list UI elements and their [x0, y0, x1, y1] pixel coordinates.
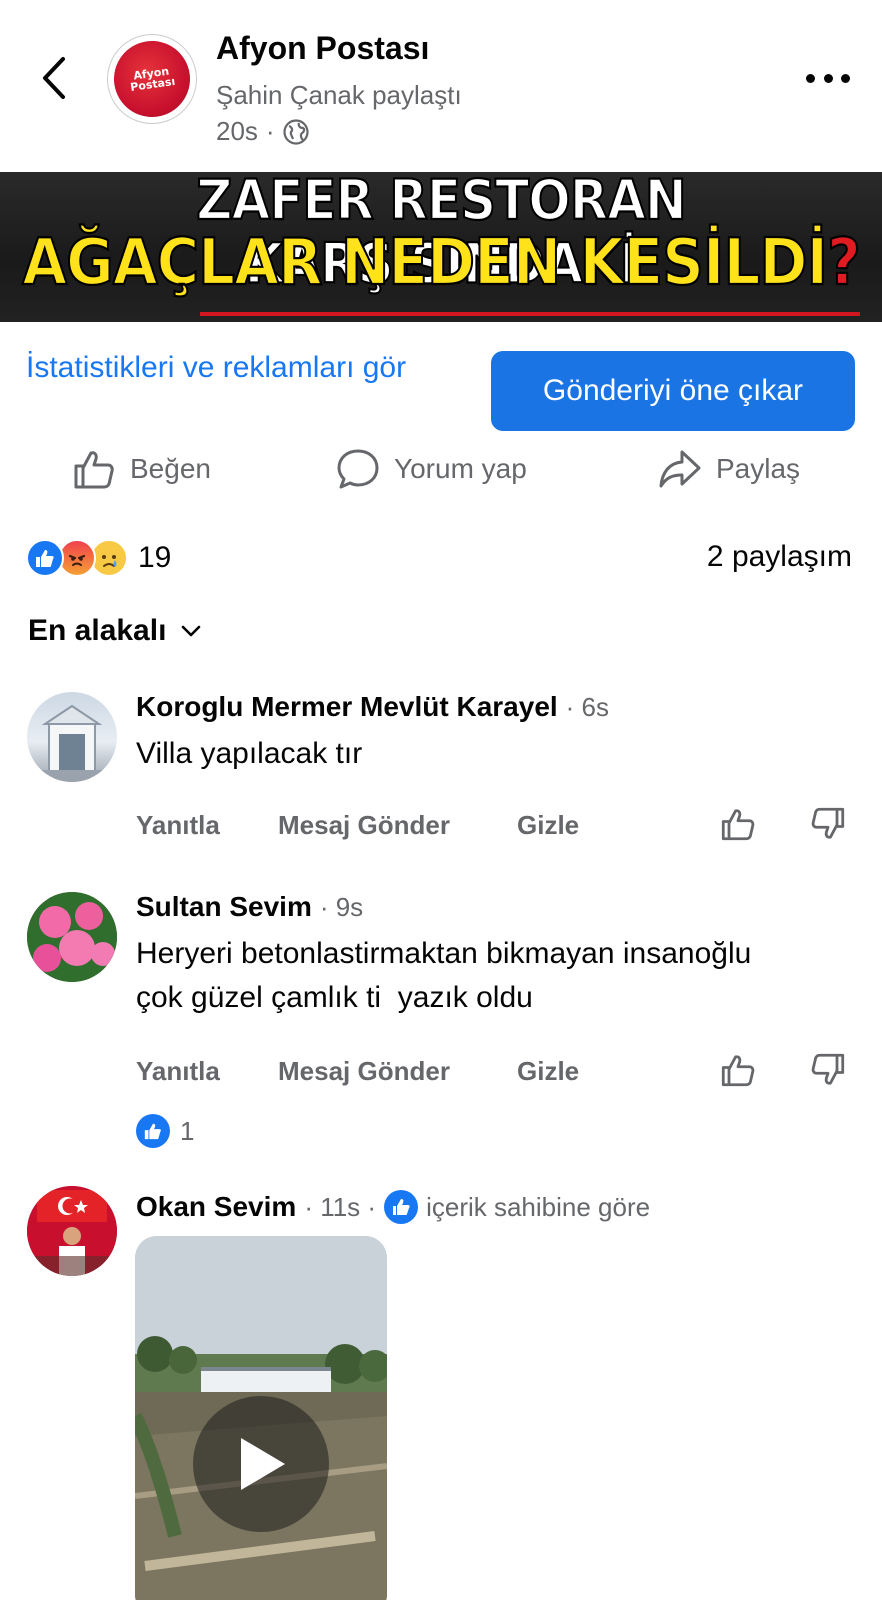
play-icon — [241, 1438, 285, 1490]
reaction-count: 19 — [138, 541, 172, 574]
comment-text-line: Heryeri betonlastirmaktan bikmayan insan… — [136, 937, 752, 970]
comment-header: Koroglu Mermer Mevlüt Karayel · 6s — [136, 691, 609, 723]
share-button[interactable]: Paylaş — [658, 440, 800, 498]
commenter-avatar[interactable] — [27, 692, 117, 782]
avatar-image — [27, 704, 117, 782]
more-options-button[interactable] — [806, 68, 850, 88]
shared-by-text[interactable]: Şahin Çanak paylaştı — [216, 80, 462, 111]
thumbs-up-icon — [74, 451, 114, 489]
comment-author[interactable]: Koroglu Mermer Mevlüt Karayel — [136, 691, 558, 723]
comment-time[interactable]: · 6s — [566, 692, 609, 723]
comment-video[interactable] — [135, 1236, 387, 1600]
post-action-bar: Beğen Yorum yap Paylaş — [0, 440, 882, 498]
commenter-avatar[interactable] — [27, 1186, 117, 1276]
share-arrow-icon — [659, 450, 701, 488]
hide-comment-button[interactable]: Gizle — [517, 1056, 579, 1087]
top-fan-badge: içerik sahibine göre — [384, 1190, 650, 1224]
dot-icon — [841, 73, 850, 83]
comment-header: Sultan Sevim · 9s — [136, 891, 363, 923]
comment-dislike-icon[interactable] — [810, 1052, 846, 1088]
meta-separator: · — [265, 116, 275, 146]
sort-label: En alakalı — [28, 614, 167, 647]
like-label: Beğen — [130, 453, 211, 484]
like-reaction-icon — [136, 1114, 170, 1148]
page-avatar[interactable]: Afyon Postası — [107, 34, 197, 124]
reply-button[interactable]: Yanıtla — [136, 1056, 220, 1087]
comment-dislike-icon[interactable] — [810, 806, 846, 842]
dot-icon — [823, 73, 833, 83]
chevron-left-icon — [43, 57, 65, 99]
comment-like-icon[interactable] — [720, 806, 756, 842]
page-logo: Afyon Postası — [109, 36, 195, 122]
dot-icon — [806, 73, 815, 83]
page-name[interactable]: Afyon Postası — [216, 30, 429, 67]
comment-author[interactable]: Sultan Sevim — [136, 891, 312, 923]
post-meta: 20s · — [216, 116, 309, 147]
globe-icon — [282, 118, 309, 145]
play-button[interactable] — [193, 1396, 329, 1532]
banner-headline-2-text: AĞAÇLAR NEDEN KESİLDİ — [21, 224, 829, 301]
back-button[interactable] — [36, 55, 72, 101]
comment-like-icon[interactable] — [720, 1052, 756, 1088]
send-message-button[interactable]: Mesaj Gönder — [278, 810, 450, 841]
comment-actions: Yanıtla Mesaj Gönder Gizle — [136, 1052, 856, 1092]
comment-like-count: 1 — [180, 1115, 195, 1146]
reply-button[interactable]: Yanıtla — [136, 810, 220, 841]
send-message-button[interactable]: Mesaj Gönder — [278, 1056, 450, 1087]
comment-text-line: çok güzel çamlık ti yazık oldu — [136, 981, 533, 1014]
badge-text: içerik sahibine göre — [426, 1191, 651, 1222]
comment-header: Okan Sevim · 11s · içerik sahibine göre — [136, 1190, 650, 1224]
like-button[interactable]: Beğen — [72, 440, 211, 498]
banner-question-mark: ? — [826, 224, 862, 301]
banner-headline-2: AĞAÇLAR NEDEN KESİLDİ? — [0, 224, 882, 301]
boost-post-button[interactable]: Gönderiyi öne çıkar — [491, 351, 855, 431]
avatar-image — [27, 892, 117, 982]
comment-text: Heryeri betonlastirmaktan bikmayan insan… — [136, 932, 856, 1020]
like-reaction-icon — [26, 539, 64, 577]
comment-actions: Yanıtla Mesaj Gönder Gizle — [136, 806, 856, 846]
comment-author[interactable]: Okan Sevim — [136, 1191, 296, 1223]
comment-label: Yorum yap — [394, 453, 527, 484]
reaction-summary[interactable]: 19 — [26, 538, 171, 578]
post-time[interactable]: 20s — [216, 116, 258, 147]
avatar-image — [27, 1186, 117, 1276]
comment-sort-dropdown[interactable]: En alakalı — [28, 614, 202, 648]
comment-time[interactable]: · 9s — [320, 892, 363, 923]
hide-comment-button[interactable]: Gizle — [517, 810, 579, 841]
comment-reaction-summary[interactable]: 1 — [136, 1114, 194, 1148]
comment-time[interactable]: · 11s · — [304, 1192, 376, 1223]
post-image[interactable]: ZAFER RESTORAN KARŞISINDAKİ AĞAÇLAR NEDE… — [0, 172, 882, 322]
chevron-down-icon — [182, 625, 201, 637]
commenter-avatar[interactable] — [27, 892, 117, 982]
like-badge-icon — [384, 1190, 419, 1224]
comment-bubble-icon — [337, 449, 379, 489]
share-label: Paylaş — [716, 453, 801, 484]
stats-and-ads-link[interactable]: İstatistikleri ve reklamları gör — [26, 346, 456, 390]
comment-button[interactable]: Yorum yap — [336, 440, 527, 498]
share-count[interactable]: 2 paylaşım — [707, 540, 852, 574]
post-header: Afyon Postası Afyon Postası Şahin Çanak … — [0, 0, 882, 172]
comment-text: Villa yapılacak tır — [136, 737, 363, 770]
banner-underline — [200, 312, 860, 316]
